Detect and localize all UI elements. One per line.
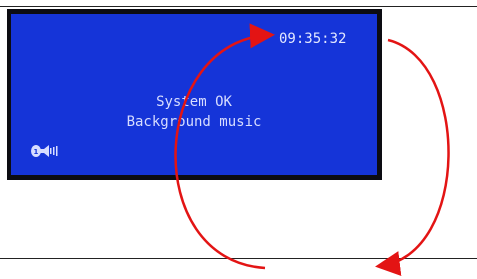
lcd-display-frame: 09:35:32 System OK Background music 1 bbox=[7, 9, 382, 180]
top-divider bbox=[0, 6, 477, 7]
right-loop-arrow bbox=[375, 38, 450, 276]
clock-readout: 09:35:32 bbox=[279, 31, 347, 47]
lcd-screen: 09:35:32 System OK Background music 1 bbox=[11, 14, 377, 175]
music-speaker-icon: 1 bbox=[31, 145, 58, 157]
page: 09:35:32 System OK Background music 1 bbox=[0, 0, 477, 279]
status-text: System OK bbox=[156, 94, 232, 110]
audio-mode-text: Background music bbox=[126, 114, 262, 130]
svg-text:1: 1 bbox=[34, 148, 39, 156]
bottom-divider bbox=[0, 258, 477, 259]
